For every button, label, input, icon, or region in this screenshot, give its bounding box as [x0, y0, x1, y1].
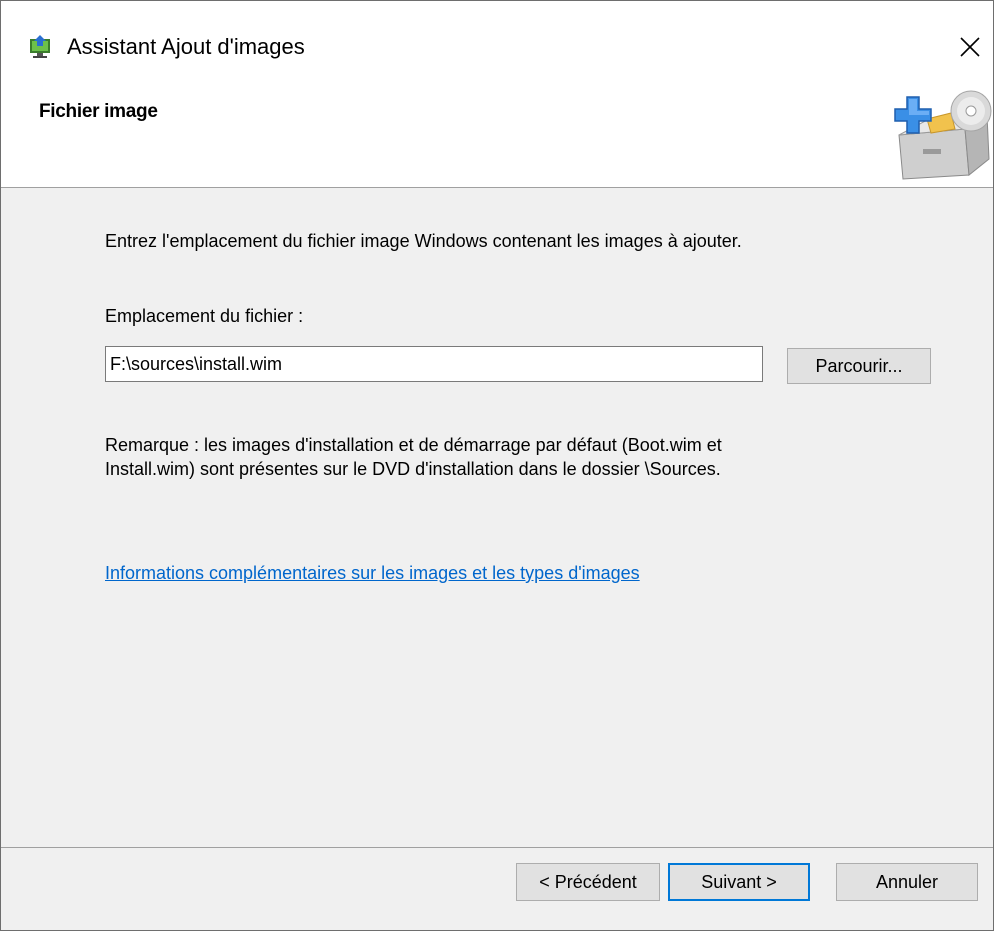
close-icon — [960, 37, 980, 57]
note-text-line2: Install.wim) sont présentes sur le DVD d… — [105, 459, 721, 479]
file-location-label: Emplacement du fichier : — [105, 306, 304, 326]
close-button[interactable] — [947, 25, 993, 69]
note-text-line1: Remarque : les images d'installation et … — [105, 435, 722, 455]
wds-add-image-icon — [30, 35, 50, 58]
wizard-content: Entrez l'emplacement du fichier image Wi… — [1, 188, 993, 847]
info-link[interactable]: Informations complémentaires sur les ima… — [105, 562, 640, 584]
window-title: Assistant Ajout d'images — [67, 34, 305, 59]
next-button[interactable]: Suivant > — [668, 863, 810, 901]
back-button[interactable]: < Précédent — [516, 863, 660, 901]
instruction-text: Entrez l'emplacement du fichier image Wi… — [105, 231, 742, 251]
file-path-input[interactable] — [105, 346, 763, 382]
title-bar: Assistant Ajout d'images — [1, 1, 993, 89]
cancel-button[interactable]: Annuler — [836, 863, 978, 901]
add-image-archive-icon — [894, 90, 992, 180]
browse-button[interactable]: Parcourir... — [787, 348, 931, 384]
page-title: Fichier image — [39, 101, 158, 122]
wizard-header: Fichier image — [1, 89, 993, 188]
add-image-wizard-window: Assistant Ajout d'images Fichier image E… — [0, 0, 994, 931]
wizard-footer: < Précédent Suivant > Annuler — [1, 847, 993, 930]
